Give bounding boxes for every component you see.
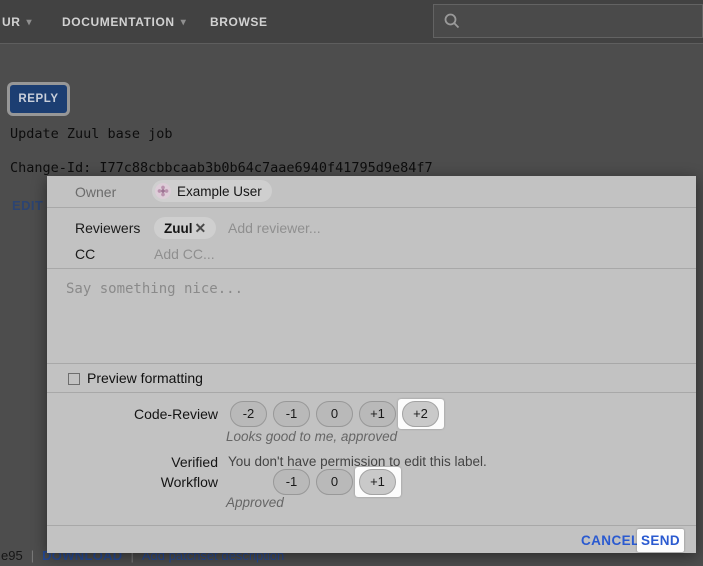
preview-formatting-label: Preview formatting — [87, 370, 203, 386]
add-cc-input[interactable]: Add CC... — [154, 246, 215, 262]
reviewers-label: Reviewers — [75, 220, 140, 236]
workflow-description: Approved — [226, 495, 284, 510]
search-icon — [443, 12, 461, 30]
nav-item-browse-label: BROWSE — [210, 15, 268, 29]
divider — [47, 525, 696, 526]
top-nav-bar: UR ▾ DOCUMENTATION ▾ BROWSE — [0, 0, 703, 44]
reply-button[interactable]: REPLY — [10, 85, 67, 113]
workflow-vote-minus1[interactable]: -1 — [273, 469, 310, 495]
workflow-vote-plus1[interactable]: +1 — [359, 469, 396, 495]
owner-label: Owner — [75, 184, 116, 200]
divider — [47, 392, 696, 393]
add-reviewer-input[interactable]: Add reviewer... — [228, 220, 321, 236]
code-review-vote-minus2[interactable]: -2 — [230, 401, 267, 427]
code-review-vote-0[interactable]: 0 — [316, 401, 353, 427]
code-review-vote-minus1[interactable]: -1 — [273, 401, 310, 427]
workflow-vote-plus1-selected: +1 — [355, 467, 401, 497]
chevron-down-icon: ▾ — [27, 17, 33, 28]
preview-formatting-checkbox[interactable] — [68, 373, 80, 385]
nav-item-your-label: UR — [2, 15, 21, 29]
commit-sha-fragment: e95 — [1, 548, 23, 563]
search-input[interactable] — [433, 4, 703, 38]
avatar — [155, 183, 171, 199]
code-review-label: Code-Review — [47, 406, 218, 422]
code-review-description: Looks good to me, approved — [226, 429, 397, 444]
divider: | — [31, 548, 34, 563]
divider — [47, 207, 696, 208]
code-review-vote-plus2[interactable]: +2 — [402, 401, 439, 427]
nav-item-browse[interactable]: BROWSE — [210, 0, 268, 44]
nav-item-documentation[interactable]: DOCUMENTATION ▾ — [62, 0, 186, 44]
owner-chip: Example User — [152, 180, 272, 202]
workflow-label: Workflow — [47, 474, 218, 490]
nav-item-documentation-label: DOCUMENTATION — [62, 15, 175, 29]
chevron-down-icon: ▾ — [181, 17, 187, 28]
reviewer-name: Zuul — [164, 221, 193, 236]
reply-dialog: Owner Example User Reviewers Zuul ✕ Add … — [47, 176, 696, 553]
edit-link[interactable]: EDIT — [12, 198, 43, 213]
code-review-vote-plus1[interactable]: +1 — [359, 401, 396, 427]
reviewer-chip: Zuul ✕ — [154, 217, 216, 239]
commit-message: Update Zuul base job Change-Id: I77c88cb… — [10, 126, 433, 177]
send-button[interactable]: SEND — [637, 529, 684, 552]
code-review-vote-plus2-selected: +2 — [398, 399, 444, 429]
owner-name: Example User — [177, 184, 262, 199]
remove-reviewer-icon[interactable]: ✕ — [195, 220, 207, 237]
cc-label: CC — [75, 246, 95, 262]
divider — [47, 363, 696, 364]
nav-item-your[interactable]: UR ▾ — [2, 0, 32, 44]
reply-message-textarea[interactable]: Say something nice... — [47, 269, 696, 363]
cancel-button[interactable]: CANCEL — [581, 533, 640, 548]
workflow-vote-0[interactable]: 0 — [316, 469, 353, 495]
verified-label: Verified — [47, 454, 218, 470]
message-placeholder: Say something nice... — [66, 281, 243, 297]
